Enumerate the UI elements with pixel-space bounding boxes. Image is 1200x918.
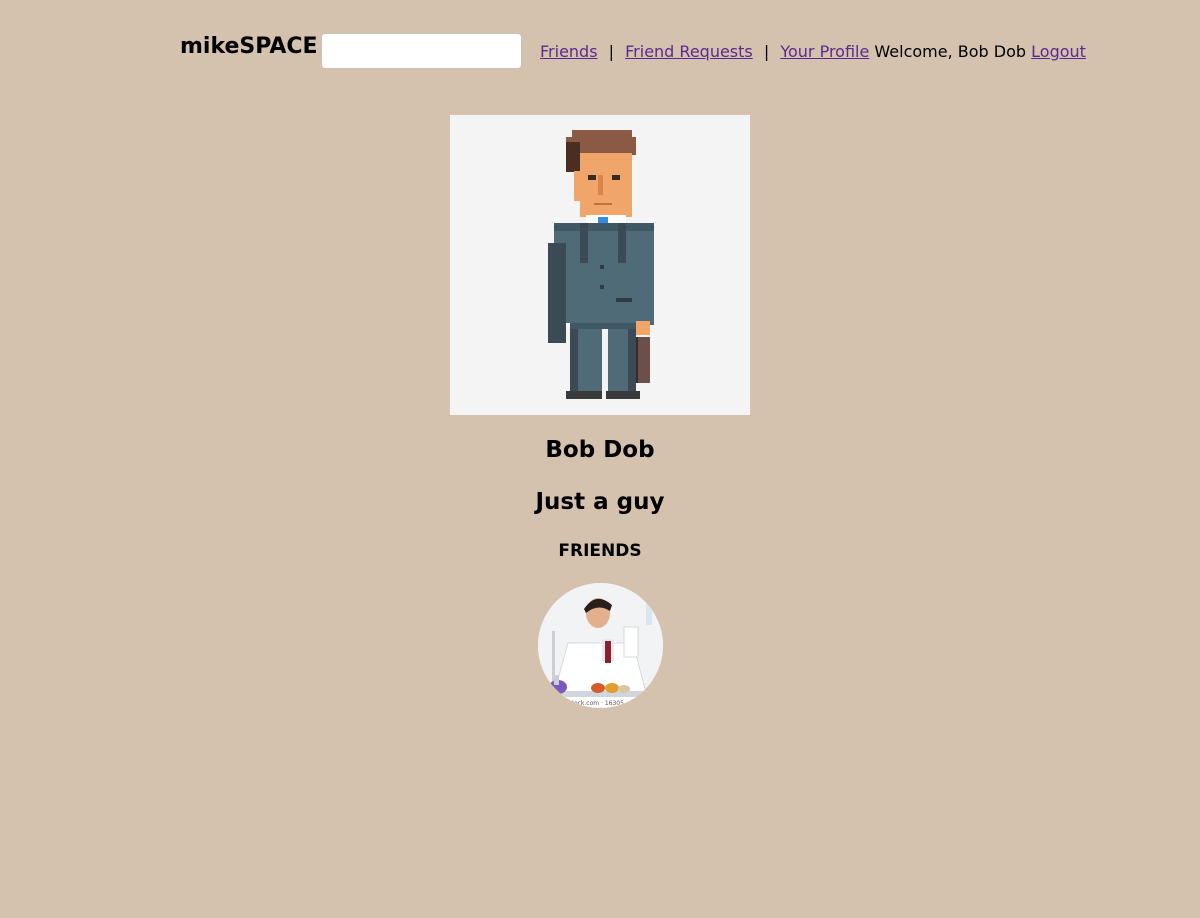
svg-text:rstock.com · 16305: rstock.com · 16305 (566, 700, 624, 707)
friend-avatar[interactable]: rstock.com · 16305 (538, 583, 663, 708)
search-input[interactable] (321, 33, 522, 69)
profile-avatar (450, 115, 750, 415)
nav-friends-link[interactable]: Friends (540, 42, 598, 61)
pixel-businessman-icon (548, 130, 654, 399)
profile-name: Bob Dob (545, 437, 655, 463)
profile-bio: Just a guy (535, 489, 665, 515)
site-logo[interactable]: mikeSPACE (180, 34, 318, 59)
nav-your-profile-link[interactable]: Your Profile (780, 42, 869, 61)
logout-link[interactable]: Logout (1031, 42, 1086, 61)
nav-friend-requests-link[interactable]: Friend Requests (625, 42, 753, 61)
welcome-text: Welcome, Bob Dob (874, 42, 1027, 61)
nav-separator: | (763, 42, 770, 61)
top-nav: Friends | Friend Requests | Your Profile… (540, 42, 1086, 61)
nav-separator: | (608, 42, 615, 61)
scientist-photo-icon: rstock.com · 16305 (538, 583, 663, 708)
friends-heading: FRIENDS (558, 541, 642, 561)
